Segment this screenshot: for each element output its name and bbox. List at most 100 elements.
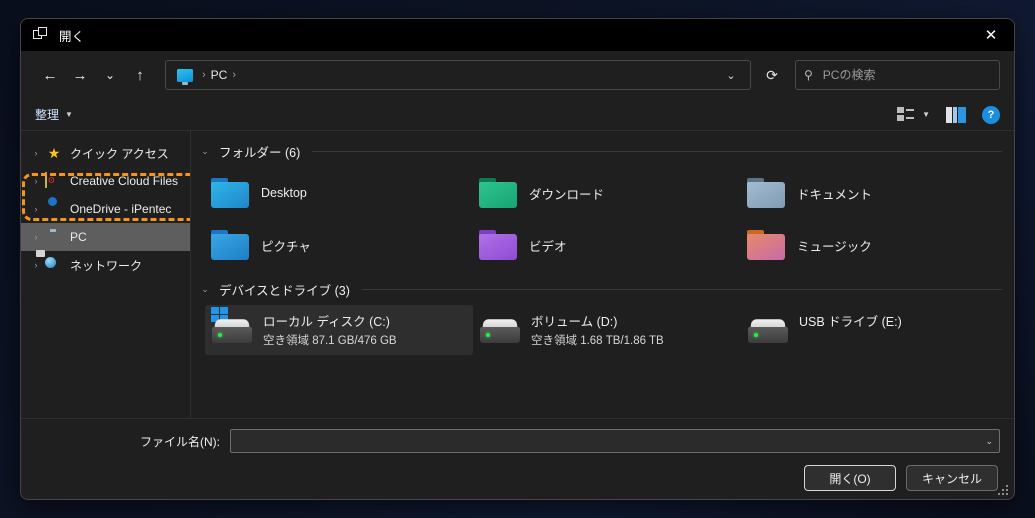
cloud-icon (45, 201, 63, 217)
chevron-right-icon[interactable]: › (27, 260, 45, 270)
drive-info: ローカル ディスク (C:) 空き領域 87.1 GB/476 GB (263, 309, 467, 349)
chevron-right-icon[interactable]: › (27, 148, 45, 158)
button-row: 開く(O) キャンセル (35, 465, 1000, 491)
dialog-footer: ファイル名(N): ⌄ 開く(O) キャンセル (21, 418, 1014, 499)
folder-label: Desktop (261, 186, 307, 200)
open-button[interactable]: 開く(O) (804, 465, 896, 491)
folder-label: ダウンロード (529, 187, 605, 202)
organize-button[interactable]: 整理 ▼ (35, 106, 73, 123)
drive-label: ローカル ディスク (C:) (263, 315, 390, 329)
up-button[interactable]: ↑ (125, 60, 155, 90)
filename-row: ファイル名(N): ⌄ (35, 429, 1000, 453)
search-input[interactable] (820, 67, 991, 83)
star-icon: ★ (47, 145, 61, 161)
file-list-pane: ⌄ フォルダー (6) Desktop ダウンロード ドキュメント ピクチャ ビ… (191, 131, 1014, 418)
breadcrumb-separator-2: › (232, 69, 237, 81)
folder-label: ビデオ (529, 239, 567, 254)
recent-locations-button[interactable]: ⌄ (95, 60, 125, 90)
creative-cloud-icon (45, 172, 63, 189)
folder-documents-icon (747, 178, 785, 208)
breadcrumb-item-pc[interactable]: PC (211, 68, 228, 82)
chevron-down-icon[interactable]: ⌄ (718, 61, 744, 89)
view-mode-button[interactable]: ▼ (897, 107, 930, 122)
chevron-down-icon[interactable]: ⌄ (199, 284, 211, 295)
folder-pictures-icon (211, 230, 249, 260)
pc-icon (177, 68, 193, 85)
chevron-down-icon[interactable]: ▼ (922, 110, 930, 119)
drive-icon (747, 315, 789, 349)
filename-input[interactable] (237, 433, 980, 449)
drive-icon (479, 315, 521, 349)
forward-button[interactable]: → (65, 60, 95, 90)
help-icon[interactable]: ? (982, 105, 1000, 124)
sidebar-item-pc[interactable]: › PC (21, 223, 190, 251)
chevron-right-icon[interactable]: › (27, 176, 45, 186)
close-icon[interactable]: ✕ (968, 19, 1014, 51)
sidebar-item-label: OneDrive - iPentec (70, 202, 172, 216)
navigation-pane: › ★ クイック アクセス › Creative Cloud Files › O… (21, 131, 191, 418)
drive-info: ボリューム (D:) 空き領域 1.68 TB/1.86 TB (531, 309, 735, 349)
divider (361, 288, 1002, 290)
folder-label: ピクチャ (261, 239, 311, 254)
drives-section-header[interactable]: ⌄ デバイスとドライブ (3) (191, 277, 1014, 301)
drive-icon (211, 307, 253, 349)
folders-grid: Desktop ダウンロード ドキュメント ピクチャ ビデオ ミュージック (191, 163, 1014, 271)
chevron-right-icon[interactable]: › (27, 204, 45, 214)
window-title: 開く (59, 29, 85, 44)
chevron-down-icon[interactable]: ⌄ (199, 146, 211, 157)
window-icon (33, 27, 49, 43)
drive-label: USB ドライブ (E:) (799, 315, 902, 329)
folder-desktop-icon (211, 178, 249, 208)
organize-label: 整理 (35, 108, 60, 122)
drive-item-volume-d[interactable]: ボリューム (D:) 空き領域 1.68 TB/1.86 TB (473, 305, 741, 355)
dialog-body: › ★ クイック アクセス › Creative Cloud Files › O… (21, 131, 1014, 418)
drive-free-space: 空き領域 1.68 TB/1.86 TB (531, 335, 664, 347)
drive-item-local-disk-c[interactable]: ローカル ディスク (C:) 空き領域 87.1 GB/476 GB (205, 305, 473, 355)
folder-music-icon (747, 230, 785, 260)
folder-item-desktop[interactable]: Desktop (205, 167, 473, 219)
divider (312, 150, 1002, 152)
drive-free-space: 空き領域 87.1 GB/476 GB (263, 335, 397, 347)
refresh-icon[interactable]: ⟳ (755, 60, 789, 90)
command-bar: 整理 ▼ ▼ ? (21, 99, 1014, 131)
folder-item-pictures[interactable]: ピクチャ (205, 219, 473, 271)
pc-icon (45, 229, 63, 245)
folder-item-music[interactable]: ミュージック (741, 219, 1009, 271)
folder-label: ドキュメント (797, 187, 873, 202)
open-file-dialog: 開く ✕ ← → ⌄ ↑ › PC › ⌄ ⟳ ⚲ PCの検索 整理 ▼ ▼ ?… (20, 18, 1015, 500)
drive-label: ボリューム (D:) (531, 315, 618, 329)
sidebar-item-label: クイック アクセス (70, 146, 169, 161)
address-bar[interactable]: › PC › ⌄ (165, 60, 751, 90)
sidebar-item-label: PC (70, 230, 87, 244)
sidebar-item-quick-access[interactable]: › ★ クイック アクセス (21, 139, 190, 167)
drive-info: USB ドライブ (E:) (799, 309, 1003, 331)
resize-grip[interactable] (998, 485, 1008, 495)
filename-label: ファイル名(N): (140, 434, 220, 449)
folder-downloads-icon (479, 178, 517, 208)
search-box[interactable]: ⚲ (795, 60, 1000, 90)
view-list-icon (897, 107, 915, 122)
folders-section-header[interactable]: ⌄ フォルダー (6) (191, 139, 1014, 163)
sidebar-item-network[interactable]: › ネットワーク (21, 250, 190, 279)
cancel-button[interactable]: キャンセル (906, 465, 998, 491)
filename-field[interactable]: ⌄ (230, 429, 1000, 453)
back-button[interactable]: ← (35, 60, 65, 90)
drives-grid: ローカル ディスク (C:) 空き領域 87.1 GB/476 GB ボリューム… (191, 301, 1014, 355)
section-title: デバイスとドライブ (3) (219, 283, 350, 298)
title-bar: 開く ✕ (21, 19, 1014, 51)
breadcrumb-separator: › (202, 69, 206, 81)
folder-item-documents[interactable]: ドキュメント (741, 167, 1009, 219)
sidebar-item-label: Creative Cloud Files (70, 174, 179, 188)
folder-item-downloads[interactable]: ダウンロード (473, 167, 741, 219)
drive-item-usb-e[interactable]: USB ドライブ (E:) (741, 305, 1009, 355)
chevron-down-icon[interactable]: ⌄ (985, 436, 993, 447)
folder-label: ミュージック (797, 239, 872, 254)
sidebar-item-creative-cloud-files[interactable]: › Creative Cloud Files (21, 167, 190, 195)
section-title: フォルダー (6) (219, 145, 301, 160)
chevron-right-icon[interactable]: › (27, 232, 45, 242)
chevron-down-icon: ▼ (65, 110, 73, 119)
sidebar-item-onedrive[interactable]: › OneDrive - iPentec (21, 195, 190, 223)
search-icon: ⚲ (804, 68, 813, 82)
preview-pane-icon[interactable] (946, 106, 966, 123)
folder-item-videos[interactable]: ビデオ (473, 219, 741, 271)
